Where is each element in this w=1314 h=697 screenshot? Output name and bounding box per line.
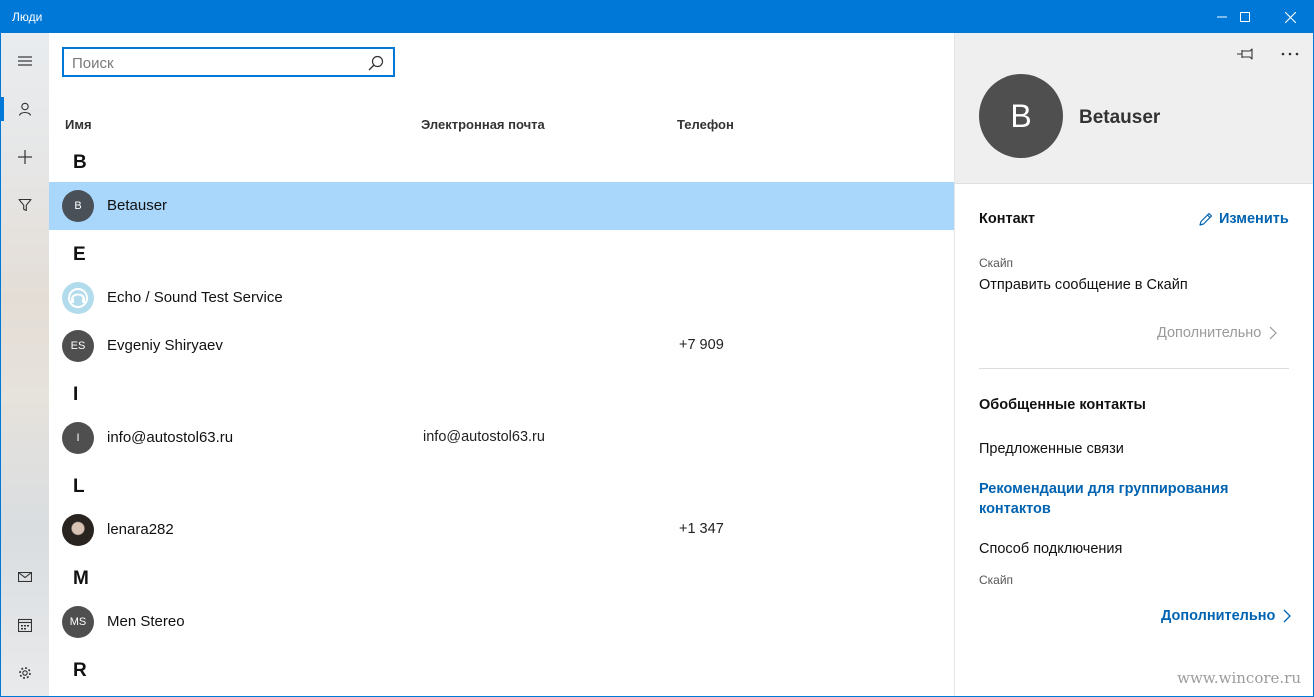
contact-name: Betauser <box>107 197 168 214</box>
contact-name: Evgeniy Shiryaev <box>107 337 223 354</box>
contact-name: lenara282 <box>107 521 174 538</box>
contact-avatar: B <box>979 74 1063 158</box>
app-title: Люди <box>12 10 43 24</box>
pin-button[interactable] <box>1231 43 1261 65</box>
watermark: www.wincore.ru <box>1177 669 1301 687</box>
menu-button[interactable] <box>1 41 49 81</box>
title-bar: Люди <box>1 1 1313 33</box>
more-button-2[interactable]: Дополнительно <box>1161 608 1292 624</box>
divider <box>979 368 1289 369</box>
add-contact-button[interactable] <box>1 137 49 177</box>
skype-label: Скайп <box>979 256 1014 270</box>
calendar-button[interactable] <box>1 605 49 645</box>
person-icon <box>18 102 32 116</box>
contact-row-echo[interactable]: Echo / Sound Test Service <box>49 274 954 322</box>
avatar: ES <box>62 330 94 362</box>
contact-row-lenara[interactable]: lenara282 +1 347 <box>49 506 954 554</box>
skype-message-action[interactable]: Отправить сообщение в Скайп <box>979 277 1188 293</box>
close-button[interactable] <box>1267 1 1313 33</box>
hamburger-menu-icon <box>18 56 32 66</box>
mail-icon <box>18 572 32 582</box>
group-header-m[interactable]: M <box>73 568 89 590</box>
avatar <box>62 282 94 314</box>
linked-contacts-title: Обобщенные контакты <box>979 397 1146 413</box>
search-icon[interactable] <box>367 54 385 72</box>
contact-display-name: Betauser <box>1079 107 1161 128</box>
edit-label: Изменить <box>1219 211 1289 227</box>
search-input[interactable] <box>72 53 362 73</box>
maximize-button[interactable] <box>1222 1 1268 33</box>
contact-row-info[interactable]: I info@autostol63.ru info@autostol63.ru <box>49 414 954 462</box>
contacts-list-pane: Имя Электронная почта Телефон B B Betaus… <box>49 33 954 696</box>
mail-button[interactable] <box>1 557 49 597</box>
avatar-photo <box>62 514 94 546</box>
search-box <box>62 47 395 77</box>
settings-button[interactable] <box>1 653 49 693</box>
filter-icon <box>18 198 32 212</box>
contact-name: Echo / Sound Test Service <box>107 289 283 306</box>
contact-row-evgeniy[interactable]: ES Evgeniy Shiryaev +7 909 <box>49 322 954 370</box>
suggested-links-label: Предложенные связи <box>979 441 1124 457</box>
avatar: MS <box>62 606 94 638</box>
connection-method-label: Способ подключения <box>979 541 1123 557</box>
contact-detail-pane: B Betauser Контакт Изменить Скайп Отправ… <box>954 33 1313 696</box>
avatar: B <box>62 190 94 222</box>
edit-button[interactable]: Изменить <box>1198 211 1289 227</box>
pin-icon <box>1237 48 1253 60</box>
group-header-l[interactable]: L <box>73 476 85 498</box>
pencil-icon <box>1199 212 1213 226</box>
contact-section-title: Контакт <box>979 211 1035 227</box>
column-header-email[interactable]: Электронная почта <box>421 117 545 132</box>
people-app-window: Люди Поиск Имя Электронная почта Телефон… <box>0 0 1314 697</box>
contact-row-men-stereo[interactable]: MS Men Stereo <box>49 598 954 646</box>
column-header-name[interactable]: Имя <box>65 117 92 132</box>
group-header-r[interactable]: R <box>73 660 87 682</box>
calendar-icon <box>18 618 32 632</box>
group-header-e[interactable]: E <box>73 244 86 266</box>
more-label: Дополнительно <box>1161 608 1276 624</box>
grouping-recommendations-link[interactable]: Рекомендации для группирования контактов <box>979 479 1259 519</box>
connection-method-value: Скайп <box>979 573 1014 587</box>
more-options-icon <box>1281 52 1299 56</box>
contact-email: info@autostol63.ru <box>423 429 545 445</box>
navigation-rail <box>1 33 49 696</box>
detail-header: B Betauser <box>955 33 1313 184</box>
contact-name: Men Stereo <box>107 613 185 630</box>
more-options-button[interactable] <box>1275 43 1305 65</box>
contacts-nav-button[interactable] <box>1 89 49 129</box>
close-icon <box>1284 11 1296 23</box>
avatar: I <box>62 422 94 454</box>
filter-button[interactable] <box>1 185 49 225</box>
more-button-1[interactable]: Дополнительно <box>1157 325 1278 341</box>
contact-row-betauser[interactable]: B Betauser <box>49 182 954 230</box>
more-label: Дополнительно <box>1157 325 1262 341</box>
contact-phone: +7 909 <box>679 337 724 353</box>
echo-bot-icon <box>68 288 88 308</box>
gear-icon <box>19 667 31 679</box>
contact-phone: +1 347 <box>679 521 724 537</box>
group-header-i[interactable]: I <box>73 384 78 406</box>
chevron-right-icon <box>1283 609 1292 623</box>
plus-icon <box>18 150 32 164</box>
maximize-icon <box>1240 12 1250 22</box>
contact-name: info@autostol63.ru <box>107 429 234 446</box>
column-header-phone[interactable]: Телефон <box>677 117 734 132</box>
chevron-right-icon <box>1269 326 1278 340</box>
group-header-b[interactable]: B <box>73 152 87 174</box>
